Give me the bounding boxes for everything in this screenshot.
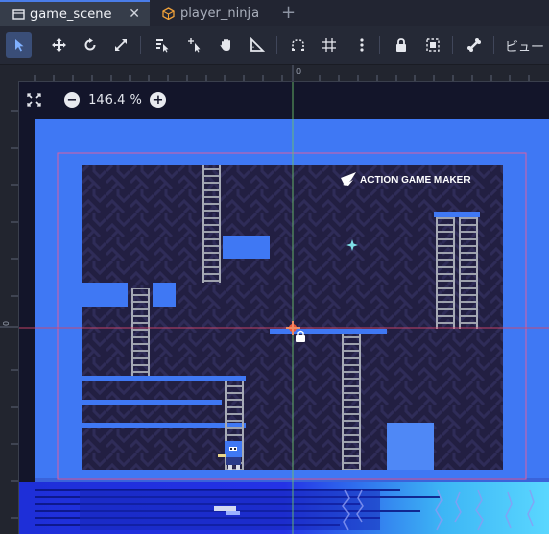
zoom-in-button[interactable]: + — [150, 92, 166, 108]
tab-game-scene[interactable]: game_scene ✕ — [0, 0, 150, 26]
toolbar-separator — [140, 36, 141, 54]
rotate-tool[interactable] — [77, 32, 103, 58]
zoom-controls: − 146.4 % + — [26, 91, 166, 109]
toolbar-separator — [452, 36, 453, 54]
add-tab-button[interactable]: + — [281, 2, 296, 23]
rotate-icon — [84, 38, 96, 51]
zoom-out-button[interactable]: − — [64, 92, 80, 108]
tab-label: game_scene — [30, 6, 112, 22]
kebab-icon — [360, 38, 364, 52]
zoom-reset-icon[interactable] — [26, 92, 42, 108]
ruler-corner — [0, 65, 18, 81]
magnet-icon — [292, 39, 304, 51]
close-icon[interactable]: ✕ — [128, 6, 140, 22]
ruler-tool[interactable] — [244, 32, 270, 58]
pivot-icon — [188, 38, 201, 53]
ruler-top[interactable]: 0 — [18, 65, 549, 82]
canvas-viewport[interactable]: ACTION GAME MAKER — [19, 82, 549, 534]
list-select-icon — [156, 39, 169, 53]
toolbar-separator — [493, 36, 494, 54]
toolbar-separator — [276, 36, 277, 54]
logo-text: ACTION GAME MAKER — [360, 175, 471, 186]
pointer-icon — [15, 39, 24, 52]
list-select-tool[interactable] — [149, 32, 175, 58]
bone-tool[interactable] — [461, 32, 487, 58]
pan-tool[interactable] — [213, 32, 239, 58]
smart-snap-tool[interactable] — [285, 32, 311, 58]
ladder — [202, 165, 221, 283]
ladder — [342, 334, 361, 470]
view-menu[interactable]: ビュー — [505, 36, 544, 55]
zoom-level[interactable]: 146.4 % — [88, 93, 142, 108]
move-icon — [52, 38, 66, 52]
bone-icon — [467, 38, 481, 52]
more-options[interactable] — [349, 32, 375, 58]
select-tool[interactable] — [6, 32, 32, 58]
move-tool[interactable] — [46, 32, 72, 58]
canvas-toolbar — [0, 26, 549, 65]
ruler-top-label: 0 — [296, 67, 302, 76]
grid-icon — [322, 38, 336, 52]
group-tool[interactable] — [420, 32, 446, 58]
ruler-left[interactable]: 0 — [0, 81, 19, 534]
lock-icon — [396, 38, 406, 52]
scale-icon — [115, 39, 127, 51]
toolbar-separator — [379, 36, 380, 54]
cube-icon — [162, 6, 175, 20]
ruler-icon — [250, 37, 265, 52]
scene-icon — [12, 8, 25, 21]
tab-player-ninja[interactable]: player_ninja — [150, 0, 270, 26]
hand-icon — [220, 39, 230, 51]
scale-tool[interactable] — [108, 32, 134, 58]
grid-snap-tool[interactable] — [316, 32, 342, 58]
pivot-tool[interactable] — [182, 32, 208, 58]
group-icon — [426, 38, 440, 52]
ladder — [131, 288, 150, 376]
scene-tab-bar: game_scene ✕ player_ninja + — [0, 0, 549, 26]
ruler-left-label: 0 — [2, 320, 12, 327]
tab-label: player_ninja — [180, 5, 260, 21]
lock-tool[interactable] — [388, 32, 414, 58]
